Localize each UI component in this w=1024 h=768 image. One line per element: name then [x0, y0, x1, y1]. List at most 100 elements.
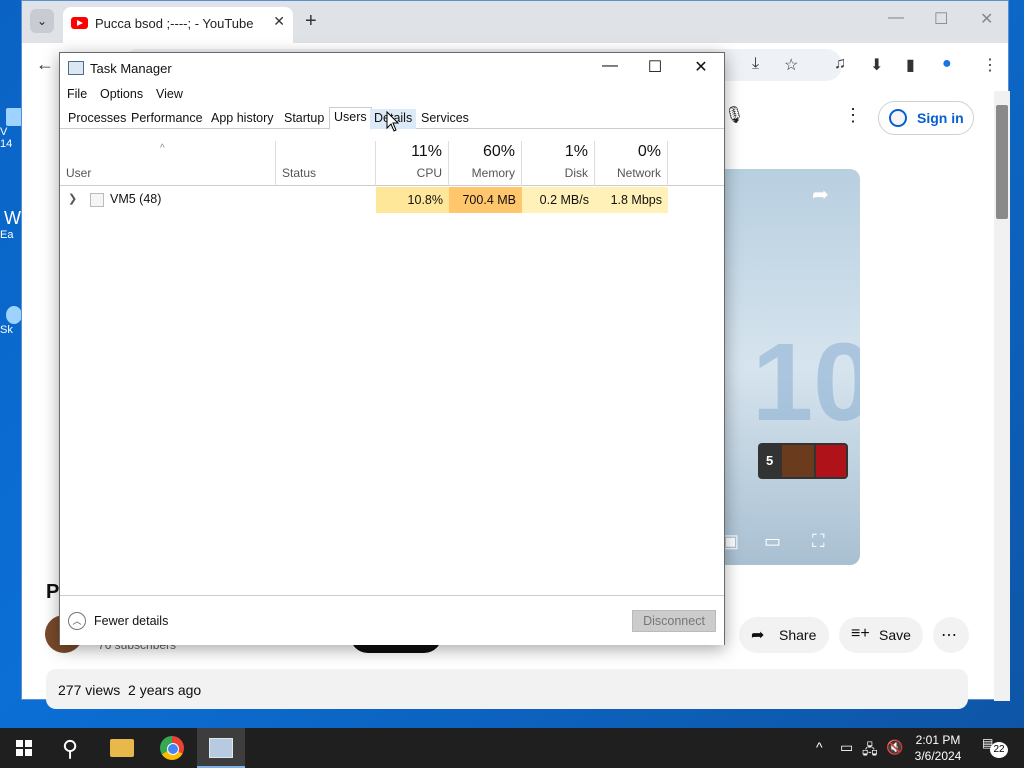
yt-more-icon[interactable]: ⋮: [844, 105, 862, 126]
video-player[interactable]: 10: [722, 169, 860, 565]
windows-logo-icon: [16, 740, 32, 756]
clock[interactable]: 2:01 PM 3/6/2024: [908, 732, 968, 764]
close-icon[interactable]: ✕: [686, 57, 716, 77]
share-label: Share: [779, 627, 817, 643]
more-horiz-icon: ⋯: [941, 627, 957, 644]
column-network-label: Network: [616, 166, 661, 180]
chevron-down-icon: ⌄: [36, 14, 48, 28]
youtube-icon: [71, 17, 88, 29]
mic-icon[interactable]: 🎙: [724, 105, 744, 125]
column-disk[interactable]: 1% Disk: [522, 141, 595, 186]
tab-processes[interactable]: Processes: [64, 109, 130, 129]
volume-muted-icon[interactable]: 🔇: [886, 739, 903, 756]
profile-icon[interactable]: ●: [942, 55, 952, 73]
desktop-icon-3[interactable]: Sk: [0, 306, 22, 336]
column-network[interactable]: 0% Network: [595, 141, 668, 186]
maximize-icon[interactable]: ☐: [640, 57, 670, 77]
chevron-up-icon[interactable]: ︿: [68, 612, 86, 630]
star-icon[interactable]: ☆: [784, 55, 798, 75]
back-arrow-icon[interactable]: ←: [36, 54, 54, 75]
side-panel-icon[interactable]: ▮: [906, 55, 915, 75]
network-total: 0%: [637, 143, 661, 160]
column-memory[interactable]: 60% Memory: [449, 141, 522, 186]
playlist-preview[interactable]: 5: [758, 443, 848, 479]
tab-app-history[interactable]: App history: [207, 109, 278, 129]
tab-users[interactable]: Users: [329, 107, 372, 130]
new-tab-button[interactable]: +: [305, 10, 317, 33]
file-explorer-icon[interactable]: [110, 739, 134, 757]
chrome-icon[interactable]: [160, 736, 184, 760]
description-box[interactable]: 277 views 2 years ago: [46, 669, 968, 709]
download-icon[interactable]: ⬇: [870, 55, 883, 75]
cpu-total: 11%: [411, 143, 442, 160]
video-frame: 10: [752, 321, 860, 444]
column-status-label: Status: [282, 166, 317, 180]
media-icon[interactable]: ♫: [834, 55, 846, 73]
scrollbar-thumb[interactable]: [996, 105, 1008, 219]
memory-total: 60%: [482, 143, 515, 160]
search-icon[interactable]: ⚲: [62, 736, 78, 762]
mouse-cursor-icon: [386, 111, 400, 132]
task-manager-icon: [209, 738, 233, 758]
fewer-details-link[interactable]: Fewer details: [94, 614, 168, 628]
tab-services[interactable]: Services: [417, 109, 473, 129]
save-button[interactable]: ≡+ Save: [839, 617, 923, 653]
desktop-icon-1[interactable]: V 14: [0, 108, 22, 150]
tab-search-button[interactable]: ⌄: [30, 9, 54, 33]
minimize-icon[interactable]: —: [888, 9, 904, 27]
maximize-icon[interactable]: ☐: [934, 9, 948, 29]
tab-performance[interactable]: Performance: [127, 109, 207, 129]
desktop-icon-label: Ea: [0, 229, 14, 241]
close-tab-icon[interactable]: ✕: [273, 13, 285, 30]
clock-date: 3/6/2024: [914, 749, 962, 763]
save-label: Save: [879, 627, 911, 643]
disk-cell: 0.2 MB/s: [522, 187, 595, 213]
expand-chevron-icon[interactable]: ❯: [68, 192, 77, 205]
disconnect-button[interactable]: Disconnect: [632, 610, 716, 632]
column-status[interactable]: Status: [276, 141, 376, 186]
tab-startup[interactable]: Startup: [280, 109, 328, 129]
fullscreen-icon[interactable]: ⛶: [812, 531, 825, 552]
browser-tab[interactable]: Pucca bsod ;----; - YouTube ✕: [63, 7, 293, 43]
more-actions-button[interactable]: ⋯: [933, 617, 969, 653]
menu-file[interactable]: File: [67, 87, 87, 101]
task-manager-icon: [68, 61, 84, 75]
user-icon: [90, 193, 104, 207]
desktop-icon-label: 14: [0, 138, 13, 150]
app-icon: [6, 108, 22, 126]
tray-app-icon[interactable]: ▭: [840, 739, 853, 756]
column-cpu-label: CPU: [416, 166, 442, 180]
more-vert-icon[interactable]: ⋮: [982, 55, 998, 75]
install-app-icon[interactable]: ⤓: [752, 55, 759, 73]
disk-total: 1%: [564, 143, 588, 160]
notification-badge: 22: [990, 742, 1008, 758]
theater-mode-icon[interactable]: ▭: [764, 531, 781, 552]
title-bar[interactable]: Task Manager — ☐ ✕: [60, 53, 724, 83]
network-icon[interactable]: 🖧: [862, 739, 878, 763]
notifications-button[interactable]: ▤ 22: [982, 736, 1008, 758]
table-row[interactable]: ❯ VM5 (48) 10.8% 700.4 MB 0.2 MB/s 1.8 M…: [60, 187, 724, 213]
sign-in-button[interactable]: Sign in: [878, 101, 974, 135]
chevron-up-icon[interactable]: ^: [816, 739, 823, 755]
column-user[interactable]: User: [60, 141, 276, 186]
cpu-cell: 10.8%: [376, 187, 449, 213]
share-icon: ➦: [751, 627, 765, 644]
desktop-icon-label: Sk: [0, 324, 13, 336]
column-cpu[interactable]: 11% CPU: [376, 141, 449, 186]
column-header: ^ User Status 11% CPU 60% Memory 1% Disk…: [60, 141, 724, 186]
desktop-icon-2[interactable]: W Ea: [0, 208, 22, 241]
start-button[interactable]: [0, 728, 48, 768]
share-button[interactable]: ➦ Share: [739, 617, 829, 653]
menu-options[interactable]: Options: [100, 87, 143, 101]
column-memory-label: Memory: [471, 166, 515, 180]
user-status: [276, 187, 376, 213]
playlist-add-icon: ≡+: [851, 625, 870, 642]
user-icon: [889, 109, 907, 127]
close-icon[interactable]: ✕: [980, 9, 993, 29]
menu-view[interactable]: View: [156, 87, 183, 101]
taskbar: ⚲ ^ ▭ 🖧 🔇 2:01 PM 3/6/2024 ▤ 22: [0, 728, 1024, 768]
taskbar-task-manager[interactable]: [197, 728, 245, 768]
minimize-icon[interactable]: —: [595, 57, 625, 75]
video-share-icon[interactable]: ➦: [812, 182, 829, 207]
memory-cell: 700.4 MB: [449, 187, 522, 213]
